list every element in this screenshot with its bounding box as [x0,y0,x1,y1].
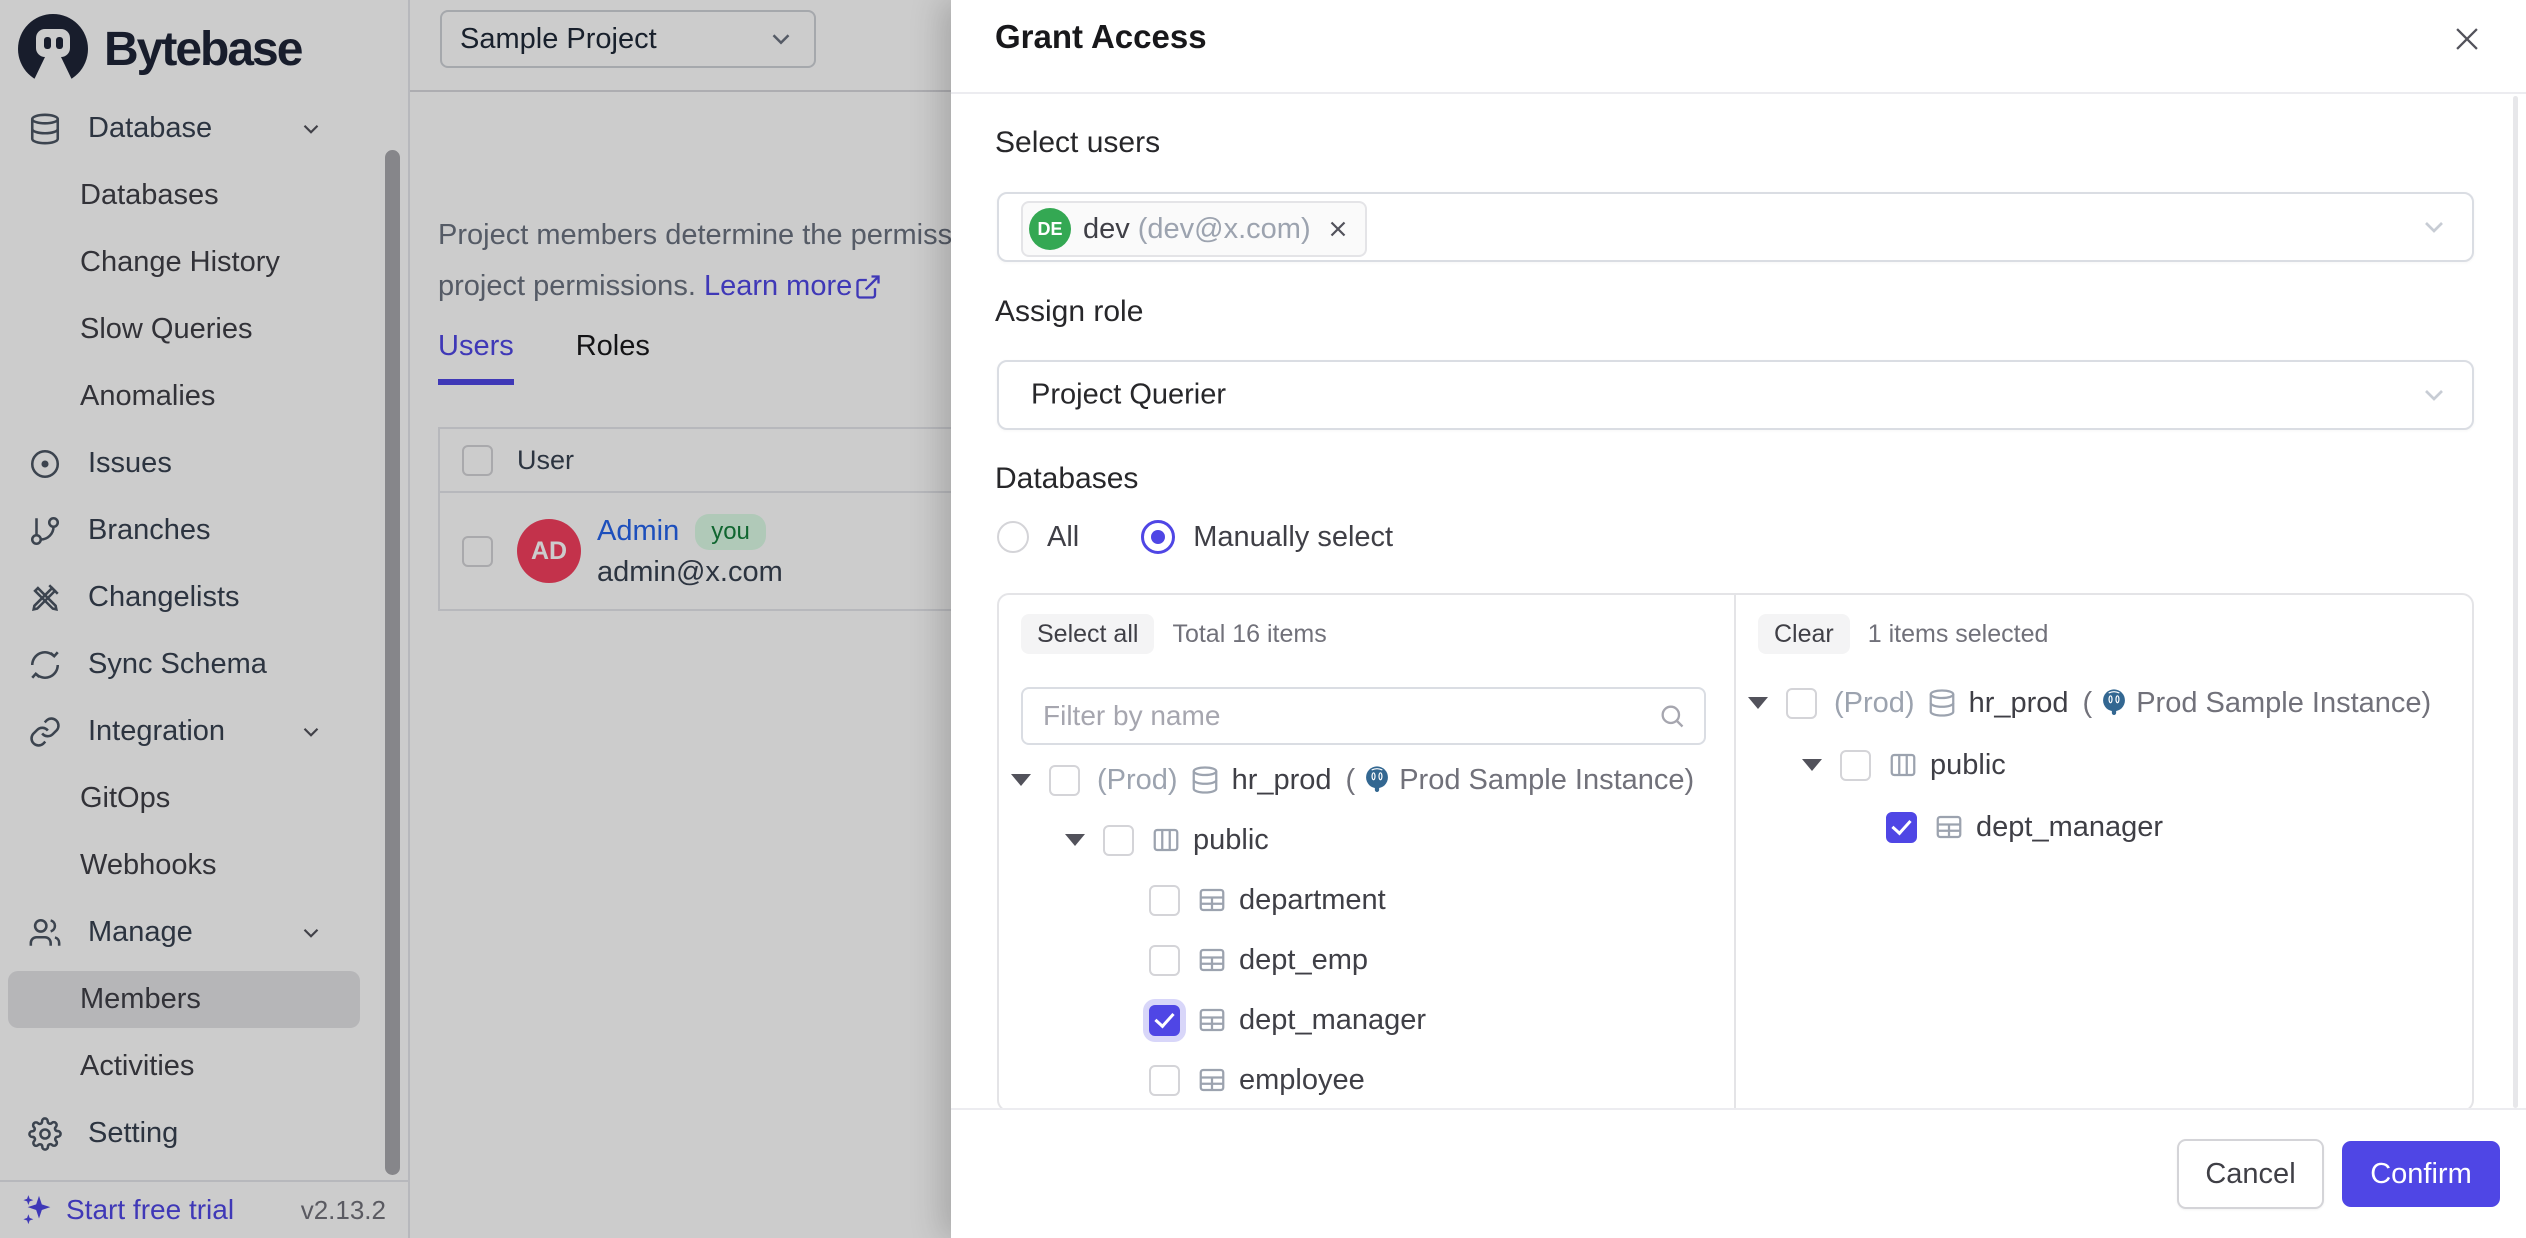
checkbox-checked[interactable] [1149,1005,1180,1036]
modal-footer: Cancel Confirm [951,1108,2526,1238]
source-total: Total 16 items [1172,620,1326,649]
tree-node-table[interactable]: department [1149,870,1386,930]
table-icon [1197,885,1227,915]
tree-node-table[interactable]: dept_emp [1149,930,1368,990]
postgresql-icon [1361,764,1393,796]
bytebase-app: Bytebase Database Databases Change Histo… [0,0,2526,1238]
table-icon [1934,812,1964,842]
caret-down-icon[interactable] [1748,697,1768,709]
assign-role-label: Assign role [995,295,1143,329]
transfer-target-pane: Clear 1 items selected (Prod) hr_prod ( [1736,595,2472,1110]
table-icon [1197,945,1227,975]
search-icon [1658,702,1686,730]
filter-input-wrap[interactable] [1021,687,1706,745]
grant-access-modal: Grant Access Select users DE dev (dev@x.… [951,0,2526,1238]
database-transfer: Select all Total 16 items (Prod) [997,593,2474,1112]
table-icon [1197,1005,1227,1035]
tree-node-schema[interactable]: public [1802,735,2006,795]
close-icon[interactable] [2450,22,2484,56]
checkbox[interactable] [1103,825,1134,856]
checkbox[interactable] [1149,1065,1180,1096]
database-scope-radios: All Manually select [997,520,1393,554]
postgresql-icon [2098,687,2130,719]
schema-icon [1151,825,1181,855]
radio-selected-icon[interactable] [1141,520,1175,554]
filter-input[interactable] [1041,699,1658,733]
select-users-input[interactable]: DE dev (dev@x.com) [997,192,2474,262]
tree-node-database[interactable]: (Prod) hr_prod ( Prod Sample Instance) [1748,673,2431,733]
modal-header-divider [951,92,2526,94]
selected-count: 1 items selected [1868,620,2049,649]
radio-icon[interactable] [997,521,1029,553]
database-icon [1927,688,1957,718]
tree-node-database[interactable]: (Prod) hr_prod ( Prod Sample Instance) [1011,750,1694,810]
table-icon [1197,1065,1227,1095]
schema-icon [1888,750,1918,780]
modal-title: Grant Access [995,18,1207,56]
cancel-button[interactable]: Cancel [2177,1139,2324,1209]
select-all-button[interactable]: Select all [1021,614,1154,654]
checkbox[interactable] [1149,885,1180,916]
caret-down-icon[interactable] [1011,774,1031,786]
avatar: DE [1029,208,1071,250]
tree-node-schema[interactable]: public [1065,810,1269,870]
chevron-down-icon [2418,211,2450,243]
checkbox[interactable] [1049,765,1080,796]
checkbox-checked[interactable] [1886,812,1917,843]
clear-button[interactable]: Clear [1758,614,1850,654]
tree-node-table[interactable]: employee [1149,1050,1365,1110]
checkbox[interactable] [1786,688,1817,719]
remove-chip-icon[interactable] [1325,216,1351,242]
transfer-source-pane: Select all Total 16 items (Prod) [999,595,1736,1110]
database-icon [1190,765,1220,795]
caret-down-icon[interactable] [1802,759,1822,771]
modal-scrollbar-track[interactable] [2513,96,2518,1108]
assign-role-select[interactable]: Project Querier [997,360,2474,430]
chevron-down-icon [2418,379,2450,411]
radio-all[interactable]: All [997,521,1079,554]
confirm-button[interactable]: Confirm [2342,1141,2500,1207]
select-users-label: Select users [995,126,1160,160]
modal-overlay[interactable] [0,0,951,1238]
selected-user-chip[interactable]: DE dev (dev@x.com) [1021,201,1367,257]
checkbox[interactable] [1840,750,1871,781]
tree-node-table-selected[interactable]: dept_manager [1886,797,2163,857]
caret-down-icon[interactable] [1065,834,1085,846]
radio-manually-select[interactable]: Manually select [1141,520,1393,554]
tree-node-table-selected[interactable]: dept_manager [1149,990,1426,1050]
databases-label: Databases [995,462,1138,496]
checkbox[interactable] [1149,945,1180,976]
